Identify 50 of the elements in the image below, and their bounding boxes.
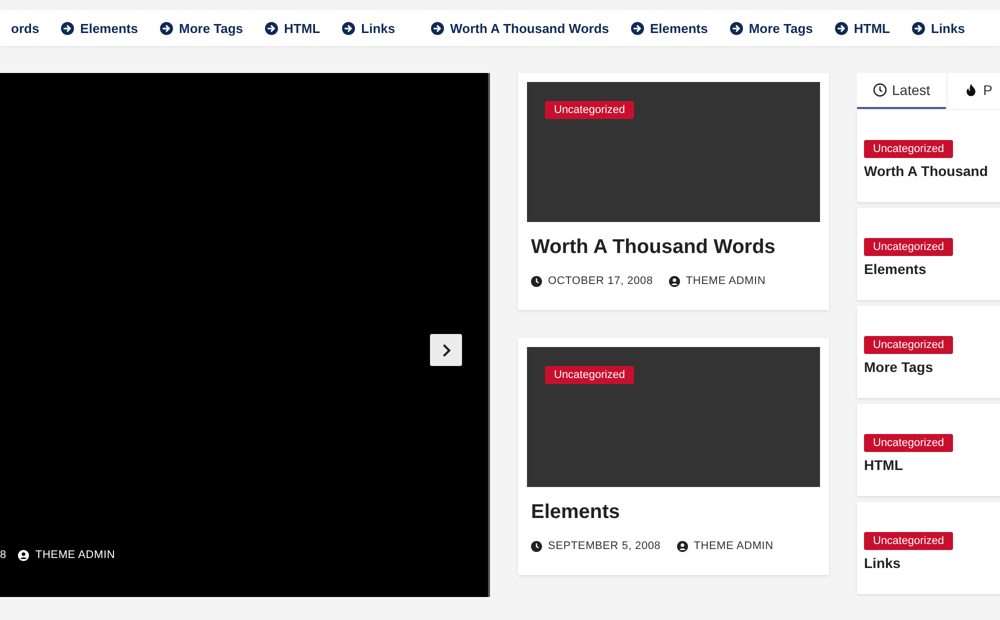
arrow-circle-icon [631,22,644,34]
ticker-link[interactable]: ords [11,20,40,36]
category-badge[interactable]: Uncategorized [545,101,634,119]
category-badge[interactable]: Uncategorized [864,140,953,158]
next-slide-button[interactable] [430,334,462,366]
ticker-link[interactable]: Links [912,20,965,36]
post-date: OCTOBER 17, 2008 [531,275,653,287]
ticker-link[interactable]: Elements [61,20,138,36]
post-title[interactable]: More Tags [864,359,1000,375]
flame-icon [964,83,978,97]
ticker-link[interactable]: Elements [631,20,708,36]
clock-icon [531,276,542,286]
post-title[interactable]: HTML [864,457,1000,473]
post-date: SEPTEMBER 5, 2008 [531,540,661,552]
arrow-circle-icon [912,22,925,34]
post-author: THEME ADMIN [668,275,766,287]
user-icon [668,276,680,286]
category-badge[interactable]: Uncategorized [545,366,634,384]
post-date: 8 [0,549,6,561]
clock-icon [531,540,542,552]
arrow-circle-icon [834,22,848,34]
post-title[interactable]: Worth A Thousand [864,163,1000,179]
arrow-circle-icon [431,22,444,34]
category-badge[interactable]: Uncategorized [864,336,953,354]
post-author: THEME ADMIN [18,549,116,561]
arrow-circle-icon [265,22,278,34]
ticker-link[interactable]: HTML [834,20,890,36]
sidebar-tab[interactable]: P [948,73,1000,109]
arrow-circle-icon [61,22,74,34]
ticker-link[interactable]: HTML [265,20,320,36]
user-icon [676,540,688,552]
ticker-link[interactable]: Worth A Thousand Words [431,20,610,36]
category-badge[interactable]: Uncategorized [864,532,953,550]
arrow-circle-icon [342,22,356,34]
category-badge[interactable]: Uncategorized [864,434,953,452]
post-title[interactable]: Links [864,555,1000,571]
category-badge[interactable]: Uncategorized [864,238,953,256]
sidebar-tab[interactable]: Latest [857,73,946,109]
post-title[interactable]: Elements [531,501,816,524]
chevron-right-icon [440,342,452,358]
ticker-link[interactable]: More Tags [730,20,813,36]
post-author: THEME ADMIN [676,540,774,552]
arrow-circle-icon [730,22,743,34]
user-icon [18,550,30,560]
post-title[interactable]: Worth A Thousand Words [531,236,816,259]
arrow-circle-icon [160,22,173,34]
ticker-link[interactable]: Links [342,20,396,36]
ticker-link[interactable]: More Tags [160,20,244,36]
post-title[interactable]: Elements [864,261,1000,277]
clock-icon [873,83,887,97]
